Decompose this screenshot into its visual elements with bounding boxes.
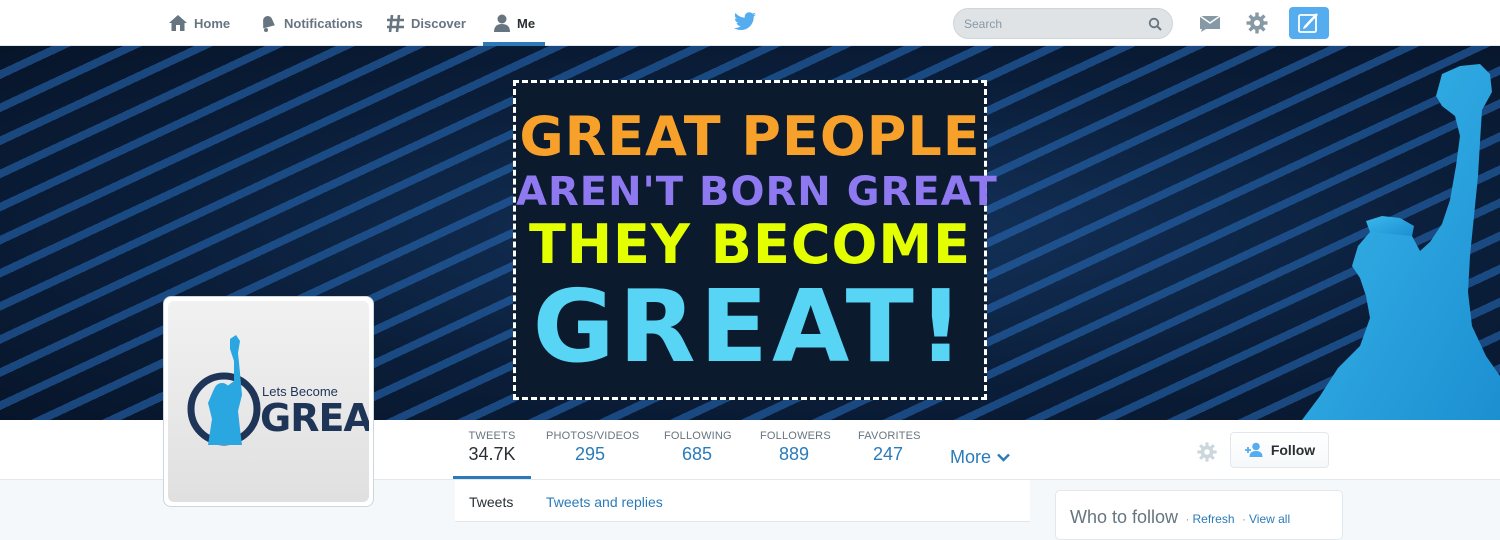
messages-icon xyxy=(1199,15,1221,32)
follow-button[interactable]: Follow xyxy=(1230,432,1329,468)
search-field[interactable] xyxy=(953,8,1173,39)
nav-me[interactable]: Me xyxy=(482,0,546,46)
timeline-tabs: Tweets Tweets and replies xyxy=(455,480,1030,522)
stat-followers[interactable]: FOLLOWERS 889 xyxy=(760,430,831,465)
profile-logo: Lets Become GREAT xyxy=(168,301,369,502)
follow-label: Follow xyxy=(1270,442,1316,458)
chevron-down-icon xyxy=(997,453,1010,462)
messages-button[interactable] xyxy=(1196,9,1224,37)
stat-label: PHOTOS/VIDEOS xyxy=(546,430,640,442)
compose-tweet-icon xyxy=(1298,13,1318,33)
search-icon[interactable] xyxy=(1148,17,1162,31)
stat-following[interactable]: FOLLOWING 685 xyxy=(664,430,732,465)
separator-dot: · xyxy=(1185,512,1190,526)
gear-icon xyxy=(1197,442,1217,462)
compose-tweet-button[interactable] xyxy=(1289,7,1329,39)
refresh-link[interactable]: Refresh xyxy=(1193,512,1235,526)
quote-line-4: GREAT! xyxy=(532,268,968,385)
stat-favorites[interactable]: FAVORITES 247 xyxy=(858,430,921,465)
quote-line-1: GREAT PEOPLE xyxy=(519,105,981,168)
bell-icon xyxy=(263,15,275,32)
nav-home-label: Home xyxy=(194,15,231,31)
search-input[interactable] xyxy=(964,16,1148,31)
stat-value: 247 xyxy=(872,444,904,464)
who-to-follow-title: Who to follow xyxy=(1070,507,1179,527)
stat-tweets[interactable]: TWEETS 34.7K xyxy=(453,430,531,479)
avatar[interactable]: Lets Become GREAT xyxy=(163,296,374,507)
add-user-icon xyxy=(1244,442,1263,457)
tab-tweets-and-replies[interactable]: Tweets and replies xyxy=(546,494,663,510)
stat-label: FOLLOWING xyxy=(664,430,732,442)
view-all-link[interactable]: View all xyxy=(1249,512,1290,526)
twitter-logo[interactable] xyxy=(733,12,757,37)
nav-me-label: Me xyxy=(517,15,536,31)
more-label: More xyxy=(950,447,992,467)
more-dropdown[interactable]: More xyxy=(950,447,1010,468)
stat-label: FOLLOWERS xyxy=(760,430,831,442)
user-actions-gear[interactable] xyxy=(1196,441,1218,468)
stat-value: 34.7K xyxy=(468,444,516,464)
quote-frame: GREAT PEOPLE AREN'T BORN GREAT THEY BECO… xyxy=(513,80,998,400)
stat-value: 889 xyxy=(778,444,810,464)
quote-line-3: THEY BECOME xyxy=(528,213,972,276)
stat-photos-videos[interactable]: PHOTOS/VIDEOS 295 xyxy=(546,430,640,465)
fist-raised-silhouette xyxy=(1302,64,1500,420)
nav-notifications[interactable]: Notifications xyxy=(258,0,363,46)
gear-icon xyxy=(1246,12,1268,34)
top-navigation-bar: Home Notifications Discover Me xyxy=(0,0,1500,46)
stat-label: TWEETS xyxy=(468,430,516,442)
logo-text-big: GREAT xyxy=(260,396,369,440)
who-to-follow-module: Who to follow · Refresh · View all xyxy=(1055,490,1343,540)
twitter-bird-icon xyxy=(734,12,756,30)
stat-label: FAVORITES xyxy=(858,430,921,442)
stat-value: 295 xyxy=(574,444,606,464)
nav-home[interactable]: Home xyxy=(168,0,230,46)
nav-discover[interactable]: Discover xyxy=(386,0,466,46)
quote-line-2: AREN'T BORN GREAT xyxy=(516,169,998,215)
nav-discover-label: Discover xyxy=(411,15,466,31)
home-icon xyxy=(169,15,187,31)
nav-notifications-label: Notifications xyxy=(284,15,363,31)
settings-button[interactable] xyxy=(1243,9,1271,37)
tab-tweets[interactable]: Tweets xyxy=(469,494,513,510)
hashtag-icon xyxy=(387,14,404,32)
separator-dot: · xyxy=(1241,512,1246,526)
person-icon xyxy=(494,14,510,32)
stat-value: 685 xyxy=(681,444,713,464)
